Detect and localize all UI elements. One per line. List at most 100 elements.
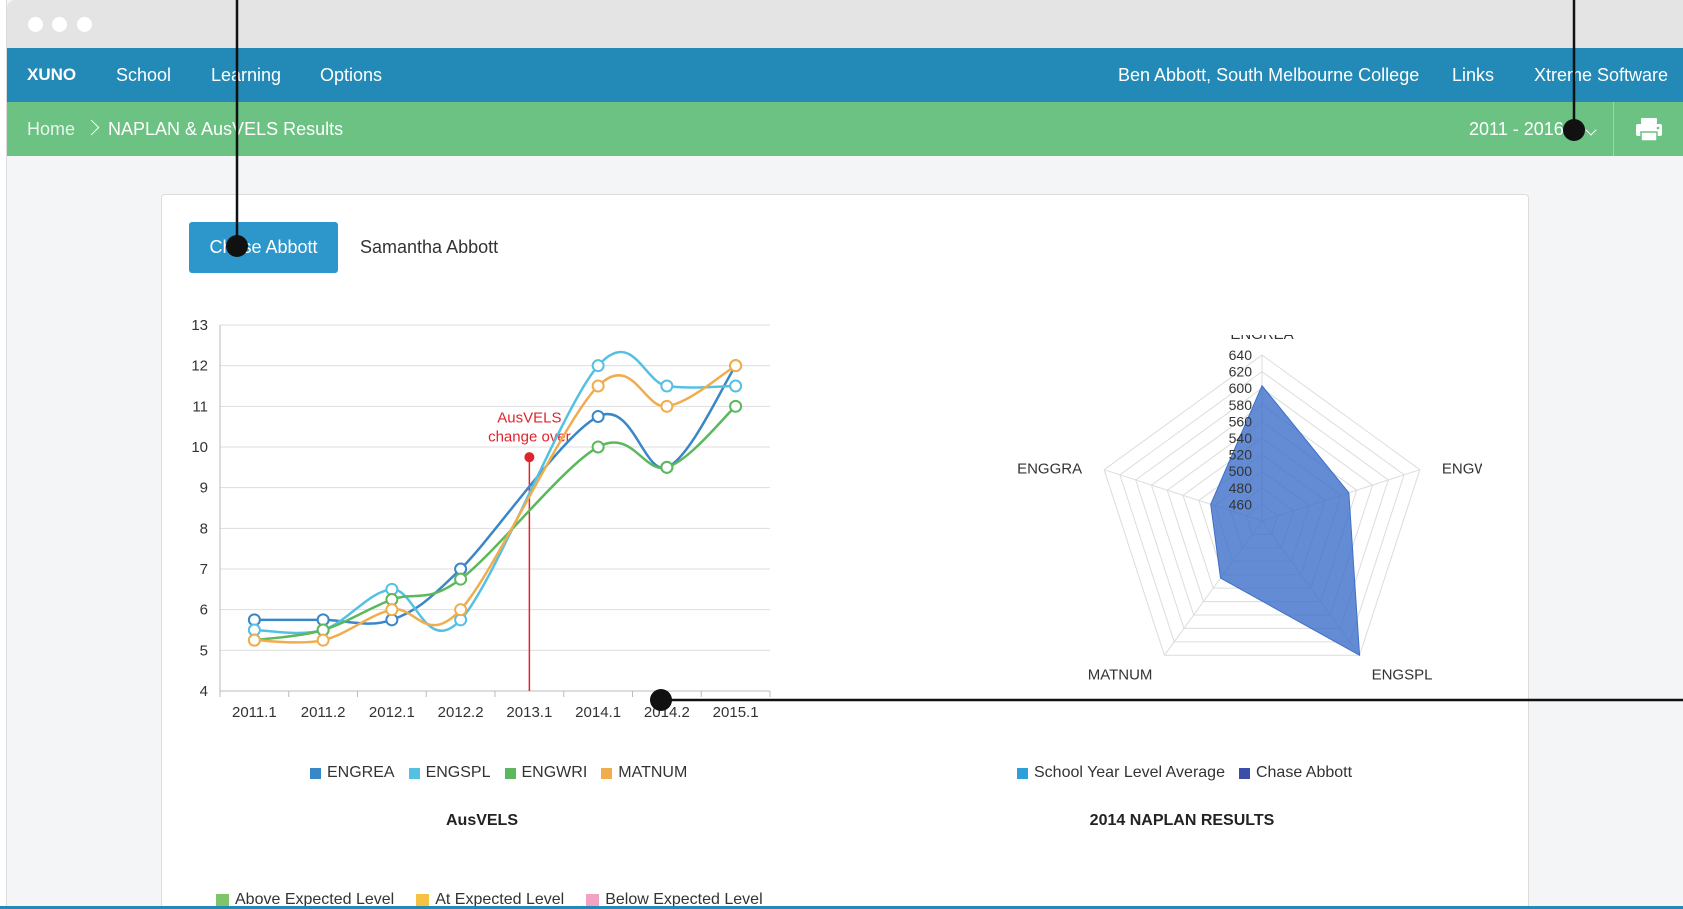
zoom-window-dot[interactable]: [77, 17, 92, 32]
radar-axis-label: ENGWRI: [1442, 461, 1482, 478]
annotation-marker: [524, 452, 535, 463]
y-tick-label: 10: [191, 439, 208, 456]
radar-tick-label: 600: [1229, 380, 1253, 396]
nav-item-vendor[interactable]: Xtreme Software: [1534, 48, 1668, 102]
data-point-engspl: [729, 379, 743, 393]
legend-item-school-year-level-average[interactable]: School Year Level Average: [1017, 764, 1225, 782]
x-tick-label: 2013.1: [506, 704, 552, 721]
printer-icon: [1636, 118, 1662, 142]
legend-label: MATNUM: [618, 764, 688, 781]
nav-item-links[interactable]: Links: [1452, 48, 1494, 102]
legend-label: ENGSPL: [425, 764, 491, 781]
student-tab-chase[interactable]: Chase Abbott: [189, 222, 338, 273]
legend-item-engspl[interactable]: ENGSPL: [408, 764, 491, 782]
legend-swatch: [310, 767, 321, 779]
year-range-select[interactable]: 2011 - 2016: [1469, 102, 1564, 156]
legend-label: Chase Abbott: [1255, 764, 1353, 781]
minimize-window-dot[interactable]: [52, 17, 67, 32]
radar-tick-label: 580: [1229, 397, 1253, 413]
legend-item-engrea[interactable]: ENGREA: [310, 764, 395, 782]
x-tick-label: 2014.1: [575, 704, 621, 721]
data-point-engspl: [591, 359, 605, 373]
y-tick-label: 11: [192, 398, 208, 415]
radar-tick-label: 540: [1229, 430, 1253, 446]
legend-swatch: [504, 767, 516, 779]
radar-tick-label: 520: [1229, 447, 1253, 463]
x-tick-label: 2012.1: [369, 704, 415, 721]
data-point-matnum: [385, 603, 399, 617]
data-point-engspl: [660, 379, 674, 393]
ausvels-line-chart: 4 5 6 7 8 9 10 11 12 13 2011.1 2011.2 2012.1 2012.2 20…: [191, 317, 771, 721]
legend-swatch: [408, 767, 420, 779]
x-tick-label: 2012.2: [438, 704, 484, 721]
data-point-matnum: [591, 379, 605, 393]
top-navbar: XUNO School Learning Options Ben Abbott,…: [7, 48, 1683, 102]
nav-item-options[interactable]: Options: [320, 48, 382, 102]
data-point-engrea: [591, 410, 605, 423]
y-tick-label: 5: [200, 642, 208, 659]
print-button[interactable]: [1614, 102, 1683, 156]
radar-axis-label: ENGGRA: [1017, 461, 1082, 478]
y-tick-label: 9: [200, 480, 208, 497]
y-tick-label: 7: [200, 561, 208, 578]
legend-swatch: [1017, 767, 1028, 779]
legend-label: ENGREA: [327, 764, 395, 781]
breadcrumb-home[interactable]: Home: [27, 102, 75, 156]
y-tick-label: 13: [191, 317, 208, 334]
data-point-engwri: [454, 572, 468, 586]
y-tick-label: 4: [200, 683, 208, 700]
naplan-chart-title: 2014 NAPLAN RESULTS: [1089, 812, 1275, 829]
results-card: Chase Abbott Samantha Abbott 4 5 6 7 8 9 10 11 1…: [161, 194, 1529, 909]
nav-item-school[interactable]: School: [116, 48, 171, 102]
student-tab-samantha[interactable]: Samantha Abbott: [348, 222, 510, 273]
close-window-dot[interactable]: [28, 17, 43, 32]
nav-item-learning[interactable]: Learning: [211, 48, 281, 102]
y-tick-label: 12: [191, 358, 208, 375]
browser-window: XUNO School Learning Options Ben Abbott,…: [6, 0, 1683, 909]
legend-label: School Year Level Average: [1034, 764, 1225, 781]
data-point-matnum: [247, 633, 261, 647]
legend-swatch: [1238, 767, 1250, 779]
x-tick-label: 2014.2: [644, 704, 690, 721]
x-tick-label: 2011.1: [232, 704, 277, 721]
radar-tick-label: 500: [1229, 463, 1253, 479]
annotation-label: AusVELS: [497, 410, 561, 427]
radar-tick-label: 460: [1229, 496, 1253, 512]
radar-tick-label: 560: [1229, 413, 1253, 429]
legend-swatch: [586, 893, 600, 907]
radar-tick-label: 480: [1229, 480, 1253, 496]
radar-axis-label: ENGREA: [1230, 335, 1293, 343]
chevron-down-icon[interactable]: [1585, 124, 1597, 136]
data-point-engwri: [729, 399, 743, 413]
legend-item-matnum[interactable]: MATNUM: [601, 764, 687, 782]
radar-axis-label: ENGSPL: [1372, 666, 1433, 683]
x-tick-label: 2011.2: [301, 704, 346, 721]
radar-tick-label: 640: [1229, 347, 1253, 363]
data-point-matnum: [729, 359, 743, 373]
legend-swatch: [416, 893, 430, 907]
y-tick-label: 8: [200, 520, 208, 537]
breadcrumb: Home NAPLAN & AusVELS Results 2011 - 201…: [7, 102, 1683, 156]
legend-item-chase-abbott[interactable]: Chase Abbott: [1238, 764, 1353, 782]
naplan-radar-chart: 460480500520540560580600620640 ENGREA ENGW…: [1017, 335, 1482, 683]
series-line-engspl: [254, 350, 736, 635]
y-tick-label: 6: [200, 602, 208, 619]
data-point-engwri: [660, 460, 674, 474]
legend-swatch: [601, 767, 613, 779]
radar-axis-label: MATNUM: [1088, 666, 1153, 683]
legend-swatch: [216, 893, 229, 907]
data-point-matnum: [660, 399, 674, 413]
xuno-logo[interactable]: XUNO: [27, 48, 76, 102]
ausvels-chart-title: AusVELS: [445, 812, 518, 829]
data-point-matnum: [316, 633, 330, 647]
data-point-matnum: [454, 603, 468, 617]
window-titlebar: [7, 0, 1683, 48]
radar-tick-label: 620: [1229, 364, 1253, 380]
ausvels-legend: ENGREA ENGSPL ENGWRI MATNUM: [310, 764, 687, 782]
legend-label: ENGWRI: [521, 764, 588, 781]
breadcrumb-current: NAPLAN & AusVELS Results: [108, 119, 344, 139]
legend-item-engwri[interactable]: ENGWRI: [504, 764, 588, 782]
naplan-legend: School Year Level Average Chase Abbott: [1017, 764, 1352, 782]
x-tick-label: 2015.1: [713, 704, 759, 721]
nav-user-name[interactable]: Ben Abbott, South Melbourne College: [1118, 48, 1419, 102]
